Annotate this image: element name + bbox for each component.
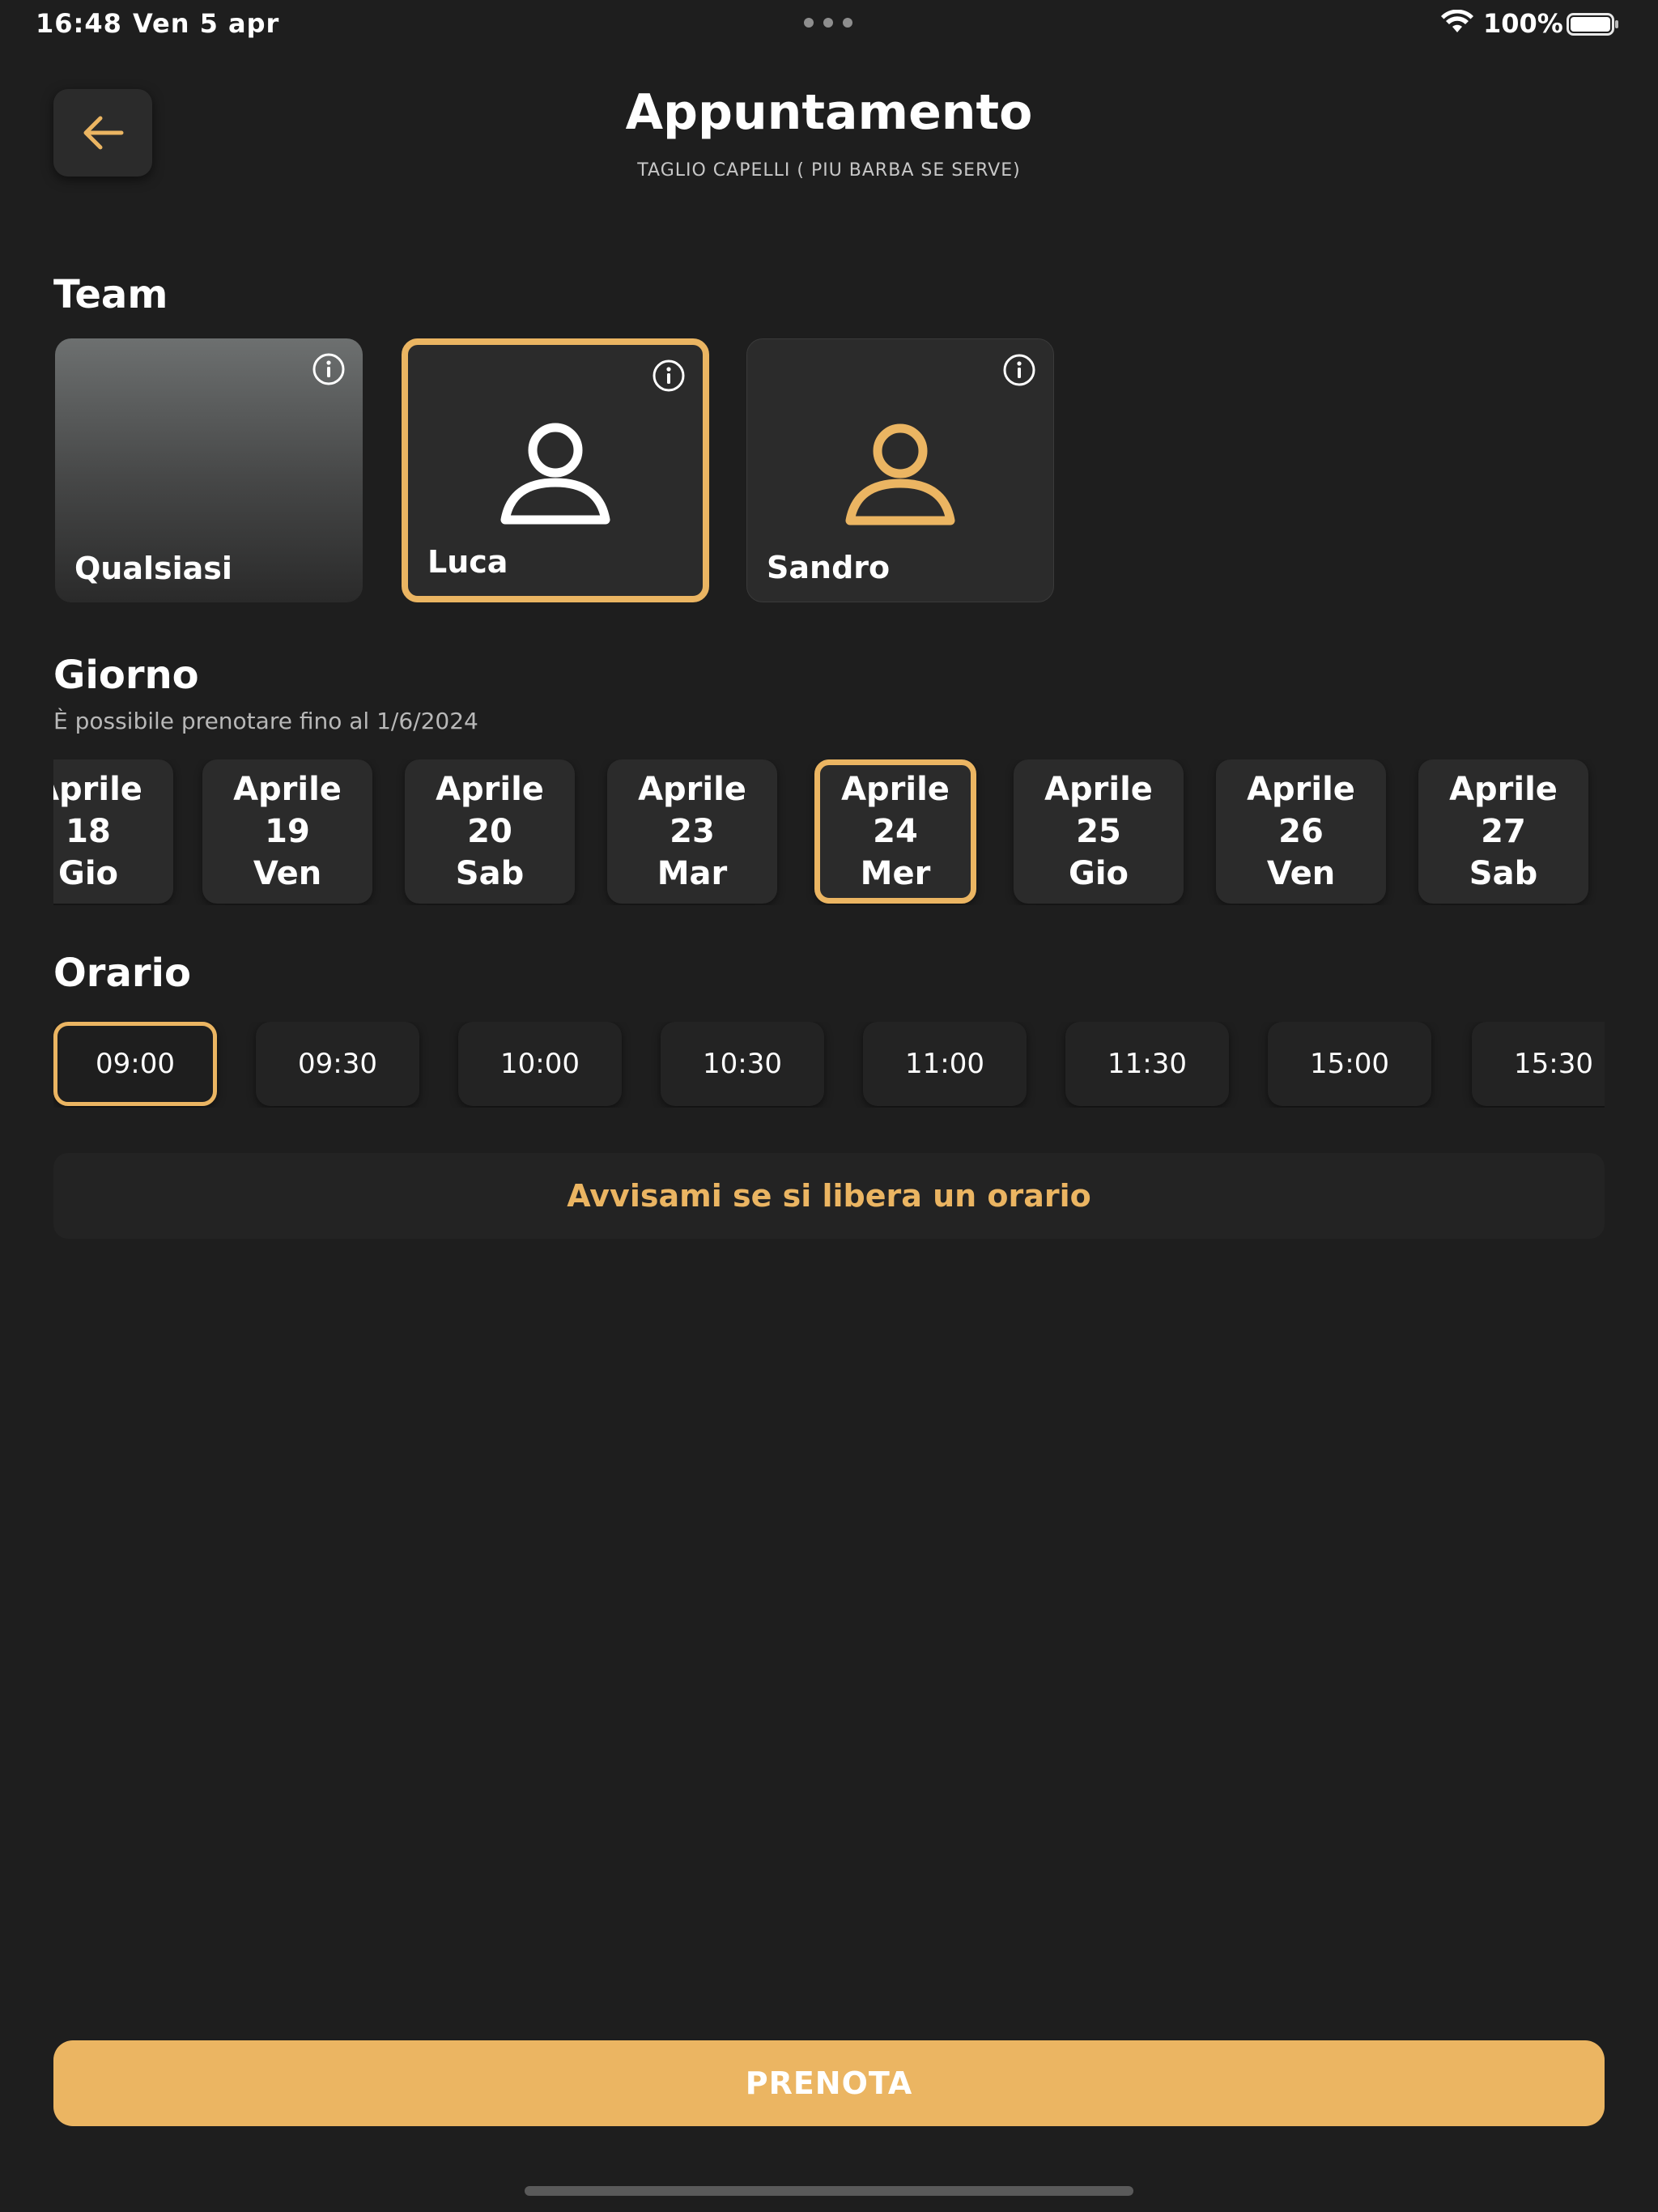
info-icon[interactable] [651,358,687,393]
team-member-name: Luca [427,544,508,580]
team-card-sandro[interactable]: Sandro [746,338,1054,602]
time-slot[interactable]: 10:00 [458,1022,622,1106]
day-chip[interactable]: Aprile 26 Ven [1216,759,1386,904]
day-section-title: Giorno [53,653,199,698]
time-slot[interactable]: 11:30 [1065,1022,1229,1106]
home-indicator[interactable] [525,2186,1133,2196]
wifi-icon [1441,10,1473,32]
team-card-qualsiasi[interactable]: Qualsiasi [55,338,363,602]
day-chip[interactable]: Aprile 19 Ven [202,759,372,904]
status-time: 16:48 [36,8,122,39]
day-chip[interactable]: Aprile 20 Sab [405,759,575,904]
time-section-title: Orario [53,951,191,996]
battery-icon [1567,13,1618,36]
time-slot[interactable]: 11:00 [863,1022,1027,1106]
time-slot[interactable]: 10:30 [661,1022,824,1106]
day-chip[interactable]: Aprile 25 Gio [1014,759,1184,904]
booking-limit-note: È possibile prenotare fino al 1/6/2024 [53,708,478,734]
day-chip-selected[interactable]: Aprile 24 Mer [814,759,976,904]
time-slot[interactable]: 15:00 [1268,1022,1431,1106]
day-chip[interactable]: Aprile 18 Gio [53,759,173,904]
day-selector[interactable]: Aprile 18 Gio Aprile 19 Ven Aprile 20 Sa… [53,759,1605,905]
time-selector[interactable]: 09:00 09:30 10:00 10:30 11:00 11:30 15:0… [53,1022,1605,1108]
battery-percent: 100% [1483,8,1563,39]
team-member-name: Sandro [767,550,891,585]
team-card-luca[interactable]: Luca [402,338,709,602]
service-subtitle: TAGLIO CAPELLI ( PIU BARBA SE SERVE) [637,160,1021,181]
person-icon [845,423,955,525]
time-slot[interactable]: 15:30 [1472,1022,1605,1106]
team-section-title: Team [53,272,168,317]
info-icon[interactable] [1001,352,1037,388]
time-slot[interactable]: 09:30 [256,1022,419,1106]
book-button[interactable]: PRENOTA [53,2040,1605,2126]
person-icon [500,423,610,525]
info-icon[interactable] [311,351,346,387]
page-title: Appuntamento [625,84,1033,141]
day-chip[interactable]: Aprile 27 Sab [1418,759,1588,904]
notify-free-slot-button[interactable]: Avvisami se si libera un orario [53,1153,1605,1239]
day-chip[interactable]: Aprile 23 Mar [607,759,777,904]
time-slot-selected[interactable]: 09:00 [53,1022,217,1106]
multitasking-dots-icon[interactable] [804,18,852,28]
status-date: Ven 5 apr [133,8,280,39]
team-member-name: Qualsiasi [74,551,232,586]
